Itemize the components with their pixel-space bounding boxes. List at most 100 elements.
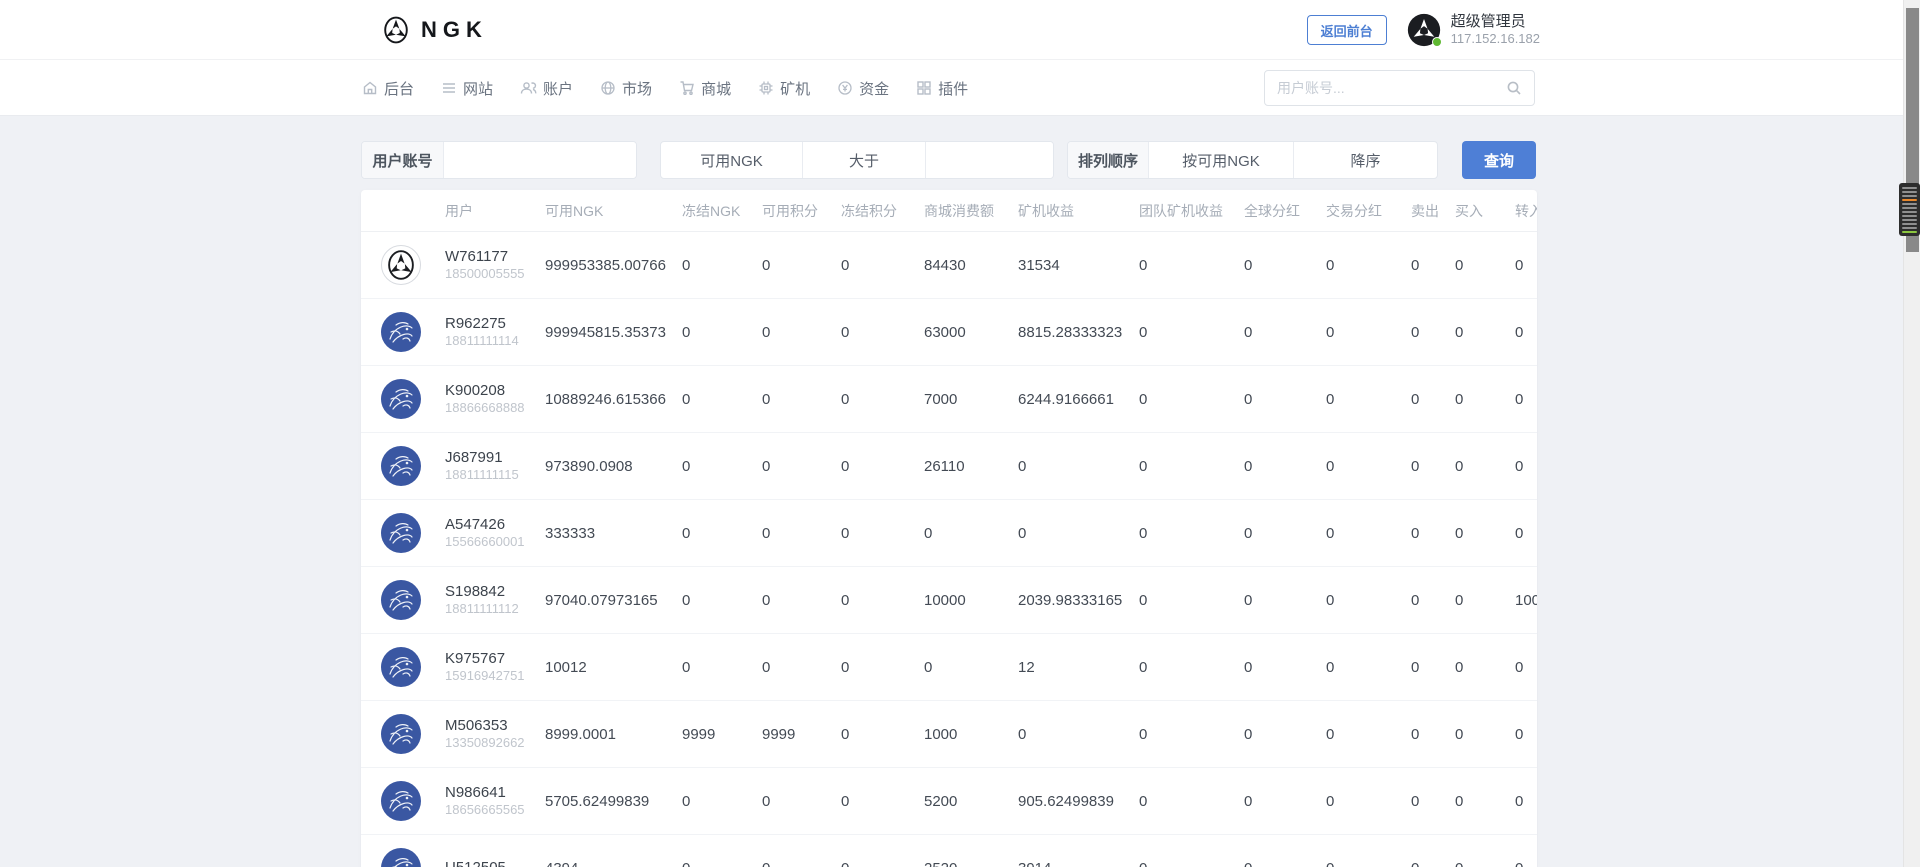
cell-value: 999953385.00766 (545, 257, 682, 274)
nav-item-后台[interactable]: 后台 (362, 78, 414, 99)
username: A547426 (445, 515, 545, 535)
field-select[interactable]: 可用NGK (661, 142, 803, 178)
brand-logo: NGK (380, 14, 488, 46)
nav-item-资金[interactable]: 资金 (837, 78, 889, 99)
minimap-tick (1902, 191, 1917, 193)
column-header-商城消费额: 商城消费额 (924, 201, 1018, 221)
cell-value: 0 (1411, 592, 1455, 609)
column-header-冻结积分: 冻结积分 (841, 201, 924, 221)
cell-value: 0 (1455, 860, 1515, 867)
cell-value: 0 (924, 525, 1018, 542)
cell-value: 0 (1455, 525, 1515, 542)
cell-value: 0 (1411, 458, 1455, 475)
column-header-团队矿机收益: 团队矿机收益 (1139, 201, 1244, 221)
sort-order-select[interactable]: 降序 (1294, 142, 1437, 178)
cell-value: 0 (1326, 458, 1411, 475)
cell-value: 0 (1139, 257, 1244, 274)
user-phone: 15916942751 (445, 668, 545, 685)
table-row[interactable]: M506353133508926628999.00019999999901000… (361, 701, 1537, 768)
query-button[interactable]: 查询 (1462, 141, 1536, 179)
cell-value: 0 (1411, 257, 1455, 274)
user-table-card: 用户可用NGK冻结NGK可用积分冻结积分商城消费额矿机收益团队矿机收益全球分红交… (361, 190, 1537, 867)
table-row[interactable]: U512505439400025203914000000 (361, 835, 1537, 867)
user-phone: 18811111115 (445, 467, 545, 484)
cell-value: 0 (1515, 860, 1537, 867)
ngk-logo-icon (380, 14, 412, 46)
chip-icon (758, 80, 774, 96)
admin-account[interactable]: 超级管理员 117.152.16.182 (1407, 13, 1540, 48)
table-row[interactable]: K9002081886666888810889246.6153660007000… (361, 366, 1537, 433)
cell-value: 905.62499839 (1018, 793, 1139, 810)
cell-value: 2039.98333165 (1018, 592, 1139, 609)
column-header-冻结NGK: 冻结NGK (682, 201, 762, 221)
user-phone: 15566660001 (445, 534, 545, 551)
account-filter-input[interactable] (444, 142, 636, 178)
filter-bar: 用户账号 可用NGK 大于 排列顺序 按可用NGK 降序 查询 (0, 141, 1920, 179)
cell-value: 0 (762, 324, 841, 341)
nav-item-插件[interactable]: 插件 (916, 78, 968, 99)
operator-select[interactable]: 大于 (803, 142, 926, 178)
cell-value: 0 (841, 860, 924, 867)
nav-item-市场[interactable]: 市场 (600, 78, 652, 99)
minimap-tick (1902, 223, 1917, 225)
cell-value: 0 (762, 458, 841, 475)
sort-field-select[interactable]: 按可用NGK (1149, 142, 1294, 178)
back-to-front-button[interactable]: 返回前台 (1307, 15, 1387, 45)
cell-value: 0 (841, 793, 924, 810)
grid-icon (916, 80, 932, 96)
cell-value: 0 (1515, 726, 1537, 743)
minimap-tick (1902, 195, 1917, 197)
cell-value: 0 (1244, 592, 1326, 609)
main-nav: 后台 网站 账户 市场 商城 矿机 资金 插件 (0, 60, 1920, 116)
cell-value: 7000 (924, 391, 1018, 408)
brand-name: NGK (421, 17, 488, 43)
cell-value: 0 (1326, 860, 1411, 867)
condition-value-input[interactable] (926, 142, 1053, 178)
table-row[interactable]: J68799118811111115973890.090800026110000… (361, 433, 1537, 500)
column-header-用户: 用户 (445, 201, 545, 221)
minimap-tick (1902, 211, 1917, 213)
username: K900208 (445, 381, 545, 401)
nav-item-账户[interactable]: 账户 (520, 78, 573, 99)
cell-value: 0 (1244, 391, 1326, 408)
minimap-tick (1902, 203, 1917, 205)
table-row[interactable]: K9757671591694275110012000012000000 (361, 634, 1537, 701)
cell-value: 5705.62499839 (545, 793, 682, 810)
user-phone: 18656665565 (445, 802, 545, 819)
cell-value: 0 (841, 324, 924, 341)
cell-value: 0 (1455, 659, 1515, 676)
nav-item-网站[interactable]: 网站 (441, 78, 493, 99)
search-input[interactable] (1277, 80, 1506, 96)
table-row[interactable]: A5474261556666000133333300000000000 (361, 500, 1537, 567)
nav-item-矿机[interactable]: 矿机 (758, 78, 810, 99)
table-row[interactable]: S1988421881111111297040.0797316500010000… (361, 567, 1537, 634)
cell-value: 0 (1139, 726, 1244, 743)
cell-value: 0 (1139, 458, 1244, 475)
cell-value: 0 (762, 592, 841, 609)
username: U512505 (445, 858, 545, 867)
username: S198842 (445, 582, 545, 602)
table-row[interactable]: W76117718500005555999953385.007660008443… (361, 232, 1537, 299)
cell-value: 0 (1326, 257, 1411, 274)
cell-value: 0 (841, 458, 924, 475)
search-icon[interactable] (1506, 80, 1522, 96)
ngk-logo-avatar (381, 245, 421, 285)
table-row[interactable]: R96227518811111114999945815.353730006300… (361, 299, 1537, 366)
nav-search-box[interactable] (1264, 70, 1535, 106)
page-scrollbar[interactable] (1903, 0, 1920, 867)
nav-item-商城[interactable]: 商城 (679, 78, 731, 99)
cell-value: 10889246.615366 (545, 391, 682, 408)
cell-value: 0 (1455, 458, 1515, 475)
table-row[interactable]: N986641186566655655705.62499839000520090… (361, 768, 1537, 835)
beast-avatar (381, 513, 421, 553)
beast-avatar (381, 714, 421, 754)
user-phone: 18811111112 (445, 601, 545, 618)
cell-value: 0 (841, 659, 924, 676)
cell-value: 0 (682, 659, 762, 676)
cell-value: 0 (841, 525, 924, 542)
account-filter-group: 用户账号 (361, 141, 637, 179)
beast-avatar (381, 446, 421, 486)
cell-value: 0 (1018, 726, 1139, 743)
cell-value: 0 (682, 324, 762, 341)
cell-value: 3914 (1018, 860, 1139, 867)
